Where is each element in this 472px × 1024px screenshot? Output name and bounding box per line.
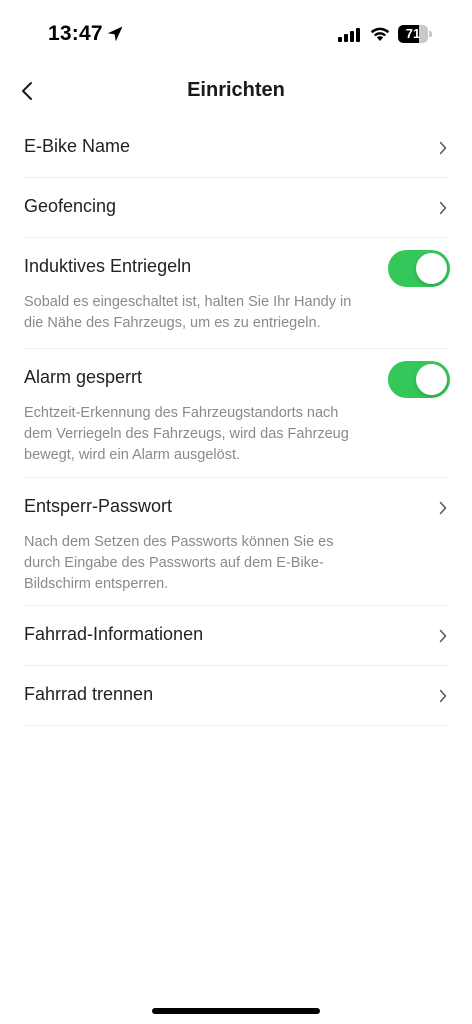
toggle-knob (416, 253, 447, 284)
page-title: Einrichten (187, 79, 285, 101)
description-line: bewegt, wird ein Alarm ausgelöst. (24, 447, 240, 463)
chevron-right-icon (439, 689, 447, 703)
description-line: Bildschirm entsperren. (24, 576, 169, 592)
bike-info-label: Fahrrad-Informationen (24, 624, 204, 644)
battery-body: 71 (398, 25, 428, 43)
geofencing-row[interactable]: Geofencing (24, 178, 448, 238)
inductive-unlock-toggle[interactable] (388, 250, 450, 287)
chevron-right-icon (439, 629, 447, 643)
battery-indicator: 71 (398, 25, 434, 43)
description-line: die Nähe des Fahrzeugs, um es zu entrieg… (24, 315, 321, 331)
unlock-password-label: Entsperr-Passwort (24, 496, 173, 516)
chevron-right-icon (439, 141, 447, 155)
chevron-right-icon (439, 501, 447, 515)
status-bar: 13:47 71 (0, 0, 472, 62)
inductive-unlock-description: Sobald es eingeschaltet ist, halten Sie … (24, 292, 404, 334)
alarm-locked-label: Alarm gesperrt (24, 367, 143, 387)
battery-cap (429, 31, 432, 37)
description-line: Sobald es eingeschaltet ist, halten Sie … (24, 294, 352, 310)
inductive-unlock-label: Induktives Entriegeln (24, 256, 192, 276)
unlock-password-description: Nach dem Setzen des Passworts können Sie… (24, 532, 404, 595)
description-line: durch Eingabe des Passworts auf dem E-Bi… (24, 555, 324, 571)
nav-bar: Einrichten (0, 66, 472, 116)
settings-list: E-Bike Name Geofencing Induktives Entrie… (0, 118, 472, 726)
inductive-unlock-row: Induktives Entriegeln Sobald es eingesch… (24, 238, 450, 349)
location-arrow-icon (107, 26, 123, 42)
ebike-name-label: E-Bike Name (24, 136, 131, 156)
bike-info-row[interactable]: Fahrrad-Informationen (24, 606, 448, 666)
wifi-icon (370, 27, 390, 41)
geofencing-label: Geofencing (24, 196, 117, 216)
home-indicator[interactable] (152, 1008, 320, 1014)
battery-percentage: 71 (405, 26, 421, 41)
chevron-right-icon (439, 201, 447, 215)
description-line: Nach dem Setzen des Passworts können Sie… (24, 534, 334, 550)
toggle-knob (416, 364, 447, 395)
status-time: 13:47 (48, 22, 103, 45)
cellular-signal-icon (338, 28, 360, 42)
description-line: Echtzeit-Erkennung des Fahrzeugstandorts… (24, 405, 339, 421)
disconnect-bike-row[interactable]: Fahrrad trennen (24, 666, 448, 726)
alarm-locked-row: Alarm gesperrt Echtzeit-Erkennung des Fa… (24, 349, 450, 478)
ebike-name-row[interactable]: E-Bike Name (24, 118, 448, 178)
description-line: dem Verriegeln des Fahrzeugs, wird das F… (24, 426, 349, 442)
disconnect-bike-label: Fahrrad trennen (24, 684, 154, 704)
alarm-locked-toggle[interactable] (388, 361, 450, 398)
unlock-password-row[interactable]: Entsperr-Passwort Nach dem Setzen des Pa… (24, 478, 448, 606)
alarm-locked-description: Echtzeit-Erkennung des Fahrzeugstandorts… (24, 403, 404, 466)
